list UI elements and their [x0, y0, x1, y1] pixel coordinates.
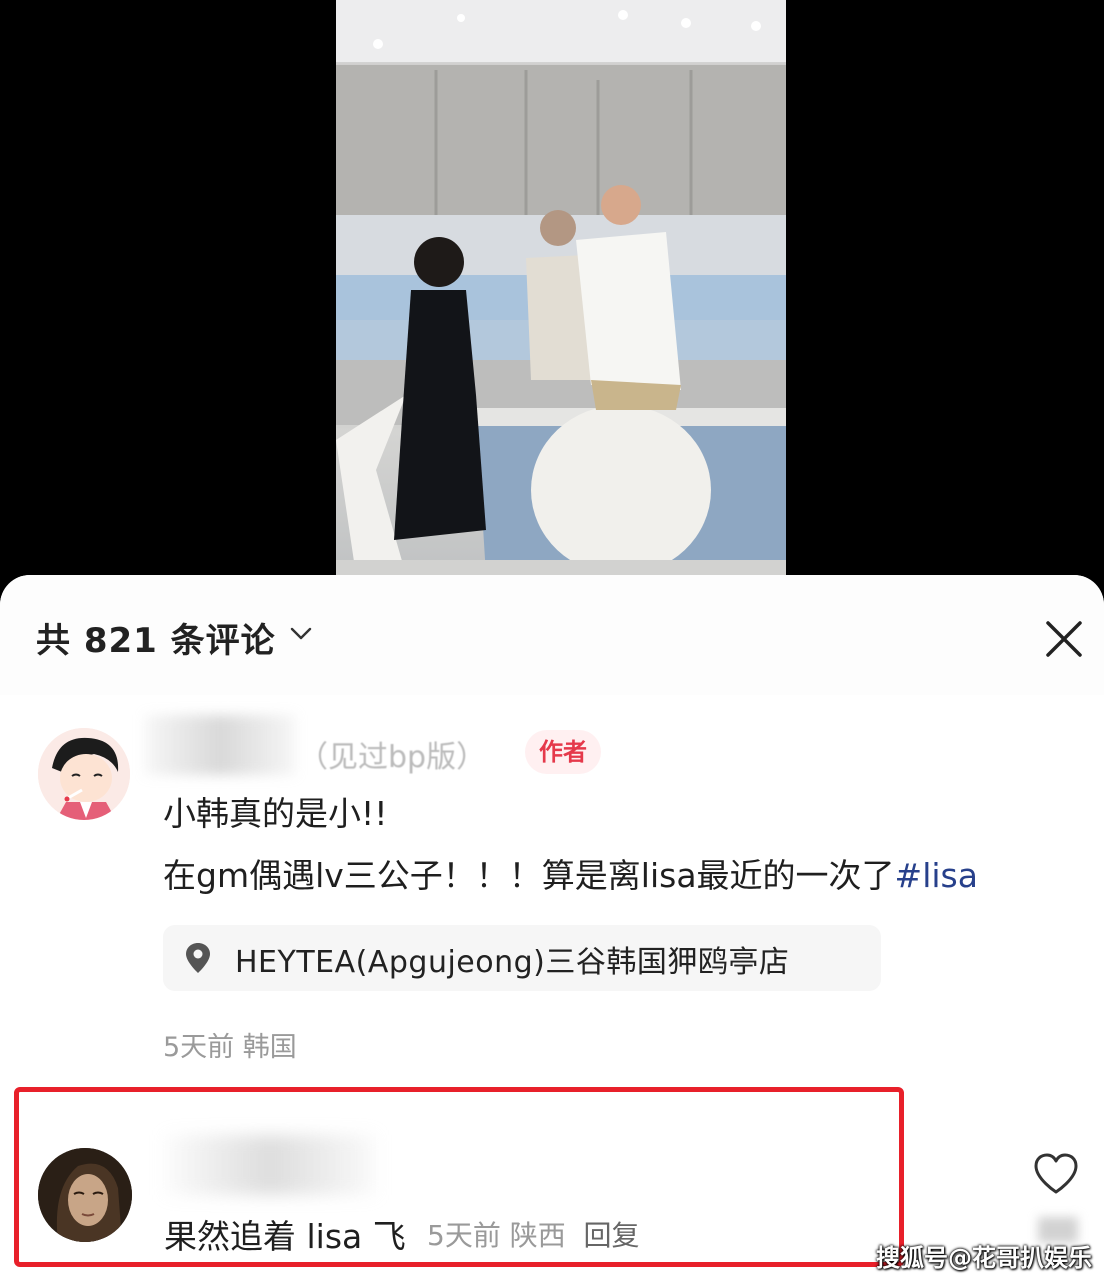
- author-badge: 作者: [525, 730, 601, 774]
- comment-sheet: 共 821 条评论 （见过bp版） 作者 小韩真的是小!! 在gm偶遇lv三公子…: [0, 575, 1104, 1276]
- comment-count-title[interactable]: 共 821 条评论: [36, 613, 276, 662]
- reply-time-location: 5天前 陕西: [427, 1219, 566, 1252]
- close-icon[interactable]: [1040, 615, 1088, 663]
- watermark: 搜狐号@花哥扒娱乐: [876, 1244, 1092, 1272]
- hashtag-link[interactable]: #lisa: [895, 856, 978, 895]
- comment-text-line1: 小韩真的是小!!: [163, 794, 388, 833]
- store-scene-illustration: [336, 0, 786, 575]
- reply-button[interactable]: 回复: [584, 1219, 640, 1252]
- location-text: HEYTEA(Apgujeong)三谷韩国狎鸥亭店: [235, 945, 790, 980]
- portrait-avatar-image: [38, 1148, 132, 1242]
- cartoon-avatar-image: [38, 728, 130, 820]
- comment-text-main: 在gm偶遇lv三公子！！！算是离lisa最近的一次了: [163, 856, 895, 895]
- comment-meta: 5天前 韩国: [163, 1032, 297, 1063]
- location-pin-icon: [186, 943, 210, 973]
- comment-sheet-header: 共 821 条评论: [0, 575, 1104, 695]
- author-avatar[interactable]: [38, 728, 130, 820]
- chevron-down-icon[interactable]: [290, 627, 312, 641]
- post-photo[interactable]: [336, 0, 786, 575]
- reply-comment-text: 果然追着 lisa 飞: [164, 1217, 406, 1256]
- reply-comment-meta: 5天前 陕西 回复: [427, 1214, 640, 1254]
- author-name-blurred: [145, 715, 295, 775]
- location-chip[interactable]: HEYTEA(Apgujeong)三谷韩国狎鸥亭店: [163, 925, 881, 991]
- comment-text-line2: 在gm偶遇lv三公子！！！算是离lisa最近的一次了#lisa: [163, 849, 978, 897]
- reply-user-avatar[interactable]: [38, 1148, 132, 1242]
- reply-user-name-blurred: [165, 1135, 375, 1195]
- author-name-suffix[interactable]: （见过bp版）: [298, 732, 486, 776]
- heart-icon[interactable]: [1032, 1152, 1080, 1196]
